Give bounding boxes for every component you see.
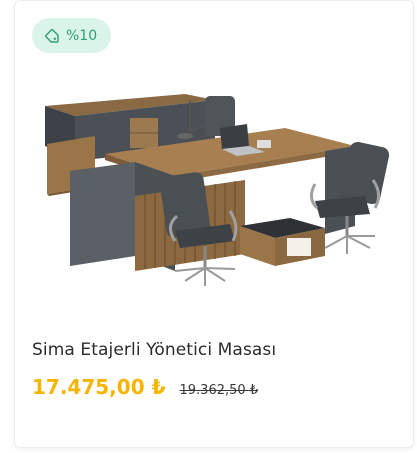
discount-badge: %10	[32, 18, 112, 53]
discount-label: %10	[66, 27, 98, 44]
price-row: 17.475,00 ₺ 19.362,50 ₺	[32, 375, 258, 399]
product-title[interactable]: Sima Etajerli Yönetici Masası	[32, 340, 276, 360]
product-card[interactable]: %10 Sima Etajerli Yönetici Masası 17.475…	[14, 0, 414, 448]
old-price: 19.362,50 ₺	[179, 383, 259, 398]
product-image[interactable]	[25, 76, 405, 303]
current-price: 17.475,00 ₺	[32, 375, 166, 399]
price-tag-icon	[44, 28, 60, 44]
